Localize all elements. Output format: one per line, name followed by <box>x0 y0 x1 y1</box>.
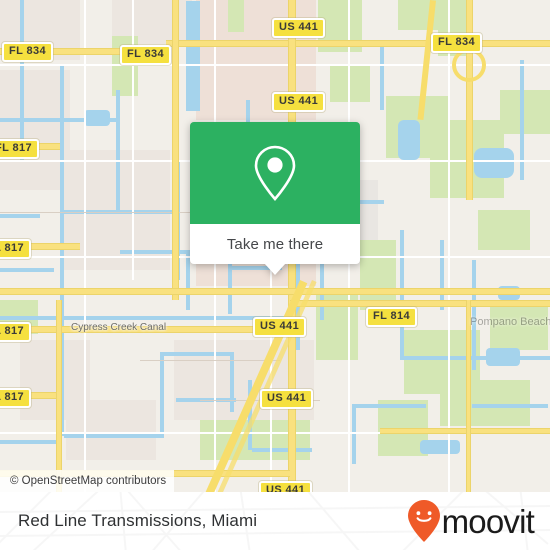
map-screenshot: Cypress Creek Canal Pompano Beach FL 834… <box>0 0 550 550</box>
landuse-area <box>330 64 370 102</box>
waterway <box>472 260 476 370</box>
road-shield-fl817[interactable]: FL 817 <box>0 239 32 259</box>
road-primary-west <box>56 300 62 492</box>
road-primary-commercial <box>0 288 550 295</box>
road-minor <box>448 0 450 492</box>
waterway <box>0 118 120 122</box>
water-body <box>398 120 420 160</box>
road-shield-fl817[interactable]: FL 817 <box>0 322 32 342</box>
waterway <box>160 352 164 438</box>
moovit-pin-smiley-icon <box>407 500 440 542</box>
moovit-wordmark: moovit <box>441 502 535 540</box>
road-primary-n <box>172 0 179 300</box>
waterway <box>0 214 40 218</box>
landuse-area <box>478 210 530 250</box>
road-shield-us441[interactable]: US 441 <box>259 481 313 492</box>
water-body <box>474 148 514 178</box>
waterway <box>404 356 550 360</box>
popup-pointer-tip <box>264 263 286 275</box>
take-me-there-label: Take me there <box>226 235 324 253</box>
road-shield-us441[interactable]: US 441 <box>272 92 326 112</box>
waterway <box>0 440 60 444</box>
road-shield-fl834[interactable]: FL 834 <box>120 45 172 65</box>
road-shield-fl817[interactable]: FL 817 <box>0 388 32 408</box>
road-shield-fl817[interactable]: FL 817 <box>0 139 40 159</box>
waterway <box>520 60 524 180</box>
landuse-area <box>66 400 156 460</box>
road-shield-us441[interactable]: US 441 <box>260 389 314 409</box>
waterway <box>20 0 24 160</box>
landuse-area <box>228 0 244 32</box>
page-title: Red Line Transmissions, Miami <box>18 511 258 530</box>
waterway <box>64 434 164 438</box>
road-track <box>140 360 280 361</box>
waterway <box>400 230 404 360</box>
road-primary-south2 <box>380 428 550 434</box>
map-canvas[interactable]: Cypress Creek Canal Pompano Beach FL 834… <box>0 0 550 492</box>
water-body <box>420 440 460 454</box>
road-shield-fl834[interactable]: FL 834 <box>2 42 54 62</box>
popup-action-area[interactable]: Take me there <box>190 224 360 275</box>
location-popup-card[interactable]: Take me there <box>190 122 360 275</box>
interchange-loop <box>452 48 486 82</box>
map-label-pompano-beach: Pompano Beach <box>470 316 550 328</box>
landuse-area <box>500 90 550 134</box>
road-shield-fl814[interactable]: FL 814 <box>366 307 418 327</box>
road-minor <box>132 0 134 280</box>
waterway <box>380 40 384 110</box>
waterway <box>230 352 234 412</box>
waterway <box>352 404 356 464</box>
water-body <box>186 1 200 111</box>
road-shield-us441[interactable]: US 441 <box>272 18 326 38</box>
map-label-cypress-creek-canal: Cypress Creek Canal <box>71 322 167 333</box>
road-shield-fl834[interactable]: FL 834 <box>431 33 483 53</box>
waterway <box>356 404 426 408</box>
road-shield-us441[interactable]: US 441 <box>253 317 307 337</box>
road-minor <box>84 0 86 492</box>
road-primary-e <box>466 0 473 200</box>
waterway <box>120 250 190 254</box>
footer-bar: Red Line Transmissions, Miami moovit <box>0 492 550 550</box>
landuse-area <box>440 380 530 426</box>
moovit-brand[interactable]: moovit <box>407 499 535 543</box>
waterway <box>0 268 54 272</box>
waterway <box>472 404 548 408</box>
road-primary-atlantic <box>290 300 550 307</box>
map-attribution[interactable]: © OpenStreetMap contributors <box>0 470 175 492</box>
popup-pin-area <box>190 122 360 224</box>
waterway <box>116 90 120 210</box>
waterway <box>252 448 312 452</box>
waterway <box>164 352 234 356</box>
road-primary-fl834 <box>166 40 550 47</box>
map-pin-icon <box>254 145 296 201</box>
road-primary-right <box>466 300 471 492</box>
